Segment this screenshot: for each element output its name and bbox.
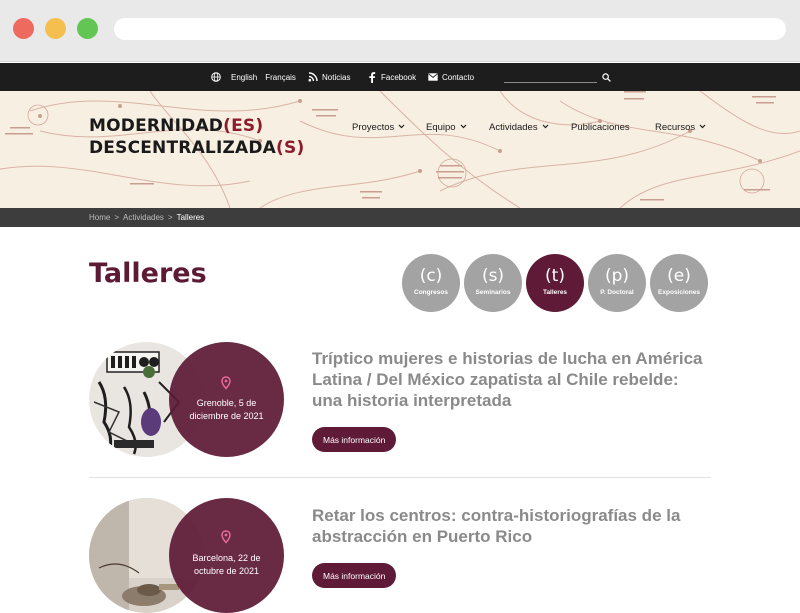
chevron-down-icon bbox=[398, 124, 405, 131]
logo-line1-accent: (ES) bbox=[223, 116, 264, 136]
facebook-link[interactable]: Facebook bbox=[367, 63, 416, 91]
nav-label: Proyectos bbox=[352, 121, 395, 133]
search-icon[interactable] bbox=[601, 72, 611, 82]
category-talleres[interactable]: (t) Talleres bbox=[526, 254, 584, 312]
event-divider bbox=[89, 477, 711, 478]
maximize-window-button[interactable] bbox=[77, 18, 98, 39]
chevron-down-icon bbox=[699, 124, 706, 131]
map-pin-icon bbox=[219, 376, 233, 390]
chevron-down-icon bbox=[460, 124, 467, 131]
category-letter: (t) bbox=[545, 266, 565, 286]
nav-item-actividades[interactable]: Actividades bbox=[489, 120, 549, 134]
category-letter: (e) bbox=[667, 266, 691, 286]
event-date-badge: Grenoble, 5 de diciembre de 2021 bbox=[169, 342, 284, 457]
event-date-line1: Barcelona, 22 de bbox=[192, 553, 261, 563]
contacto-label: Contacto bbox=[442, 72, 475, 82]
event-date-line2: diciembre de 2021 bbox=[189, 411, 264, 421]
chevron-down-icon bbox=[542, 124, 549, 131]
event-date-badge: Barcelona, 22 de octubre de 2021 bbox=[169, 498, 284, 613]
nav-label: Actividades bbox=[489, 121, 538, 133]
breadcrumb-actividades[interactable]: Actividades bbox=[123, 213, 164, 222]
category-seminarios[interactable]: (s) Seminarios bbox=[464, 254, 522, 312]
lang-english-link[interactable]: English bbox=[231, 73, 257, 82]
breadcrumb-current: Talleres bbox=[176, 213, 205, 222]
event-date-line1: Grenoble, 5 de bbox=[196, 398, 257, 408]
category-label: Exposiciones bbox=[658, 289, 700, 296]
more-info-button[interactable]: Más información bbox=[312, 563, 397, 588]
top-utility-bar: English Français Noticias Facebook Conta… bbox=[0, 63, 800, 91]
nav-item-publicaciones[interactable]: Publicaciones bbox=[571, 120, 630, 134]
map-pin-icon bbox=[219, 530, 233, 544]
breadcrumb: Home > Actividades > Talleres bbox=[89, 208, 204, 227]
category-label: Talleres bbox=[542, 289, 568, 296]
category-letter: (p) bbox=[604, 266, 630, 286]
event-date-line2: octubre de 2021 bbox=[193, 566, 260, 576]
search-input[interactable] bbox=[504, 82, 597, 83]
page-title: Talleres bbox=[89, 258, 207, 289]
address-bar[interactable] bbox=[114, 18, 786, 40]
minimize-window-button[interactable] bbox=[45, 18, 66, 39]
nav-item-equipo[interactable]: Equipo bbox=[426, 120, 467, 134]
event-title[interactable]: Retar los centros: contra-historiografía… bbox=[312, 505, 712, 547]
envelope-icon bbox=[428, 72, 438, 82]
facebook-label: Facebook bbox=[381, 72, 417, 82]
browser-chrome bbox=[0, 0, 800, 62]
category-label: Seminarios bbox=[475, 289, 511, 296]
logo-line1: MODERNIDAD bbox=[89, 116, 224, 136]
contacto-link[interactable]: Contacto bbox=[428, 63, 474, 91]
breadcrumb-bar: Home > Actividades > Talleres bbox=[0, 208, 800, 227]
rss-icon bbox=[308, 72, 318, 82]
more-info-button[interactable]: Más información bbox=[312, 427, 397, 452]
logo-line2-accent: (S) bbox=[276, 138, 305, 158]
site-logo[interactable]: MODERNIDAD(ES) DESCENTRALIZADA(S) bbox=[89, 115, 304, 159]
language-switcher: English Français bbox=[211, 63, 296, 91]
noticias-label: Noticias bbox=[322, 72, 351, 82]
breadcrumb-home[interactable]: Home bbox=[89, 213, 110, 222]
nav-label: Recursos bbox=[655, 121, 696, 133]
lang-francais-link[interactable]: Français bbox=[265, 73, 296, 82]
category-exposiciones[interactable]: (e) Exposiciones bbox=[650, 254, 708, 312]
nav-label: Equipo bbox=[426, 121, 456, 133]
category-label: P. Doctoral bbox=[600, 289, 634, 296]
breadcrumb-separator: > bbox=[114, 213, 120, 222]
breadcrumb-separator: > bbox=[167, 213, 173, 222]
close-window-button[interactable] bbox=[13, 18, 34, 39]
nav-item-recursos[interactable]: Recursos bbox=[655, 120, 706, 134]
event-title[interactable]: Tríptico mujeres e historias de lucha en… bbox=[312, 348, 712, 411]
category-letter: (s) bbox=[481, 266, 505, 286]
globe-icon bbox=[211, 72, 221, 82]
nav-label: Publicaciones bbox=[571, 121, 630, 133]
noticias-link[interactable]: Noticias bbox=[308, 63, 350, 91]
category-label: Congresos bbox=[414, 289, 448, 296]
logo-line2: DESCENTRALIZADA bbox=[89, 138, 277, 158]
facebook-icon bbox=[367, 71, 377, 83]
nav-item-proyectos[interactable]: Proyectos bbox=[352, 120, 405, 134]
category-congresos[interactable]: (c) Congresos bbox=[402, 254, 460, 312]
category-p-doctoral[interactable]: (p) P. Doctoral bbox=[588, 254, 646, 312]
category-letter: (c) bbox=[419, 266, 443, 286]
